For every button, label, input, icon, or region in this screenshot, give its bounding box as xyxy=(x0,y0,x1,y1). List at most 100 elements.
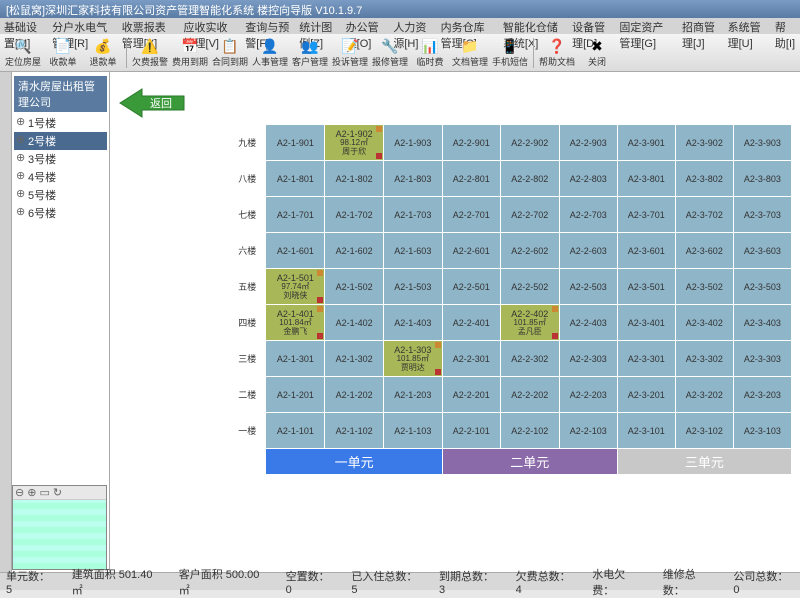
menu-item[interactable]: 系统管理[U] xyxy=(728,19,767,33)
toolbar-手机短信[interactable]: 📱手机短信 xyxy=(491,36,529,70)
room-cell[interactable]: A2-2-701 xyxy=(442,197,500,233)
room-cell[interactable]: A2-1-901 xyxy=(266,125,325,161)
tree-item-building[interactable]: 4号楼 xyxy=(14,168,107,186)
room-cell[interactable]: A2-1-102 xyxy=(325,413,384,449)
toolbar-费用到期[interactable]: 📅费用到期 xyxy=(171,36,209,70)
room-cell[interactable]: A2-2-903 xyxy=(559,125,617,161)
refresh-icon[interactable]: ↻ xyxy=(53,486,62,499)
toolbar-合同到期[interactable]: 📋合同到期 xyxy=(211,36,249,70)
room-cell[interactable]: A2-3-603 xyxy=(733,233,791,269)
menu-item[interactable]: 固定资产管理[G] xyxy=(619,19,674,33)
room-cell[interactable]: A2-2-503 xyxy=(559,269,617,305)
toolbar-退款单[interactable]: 💰退款单 xyxy=(84,36,122,70)
room-cell[interactable]: A2-2-901 xyxy=(442,125,500,161)
room-cell[interactable]: A2-1-903 xyxy=(383,125,442,161)
room-cell[interactable]: A2-1-303101.85㎡贾明达 xyxy=(383,341,442,377)
toolbar-投诉管理[interactable]: 📝投诉管理 xyxy=(331,36,369,70)
room-cell[interactable]: A2-2-101 xyxy=(442,413,500,449)
room-cell[interactable]: A2-3-902 xyxy=(675,125,733,161)
minimap-toolbar[interactable]: ⊖⊕▭ ↻ xyxy=(13,486,106,500)
room-cell[interactable]: A2-3-901 xyxy=(617,125,675,161)
tree-root[interactable]: 清水房屋出租管理公司 xyxy=(14,76,107,112)
room-cell[interactable]: A2-3-801 xyxy=(617,161,675,197)
zoom-out-icon[interactable]: ⊖ xyxy=(15,486,24,499)
room-cell[interactable]: A2-1-402 xyxy=(325,305,384,341)
room-cell[interactable]: A2-2-403 xyxy=(559,305,617,341)
room-cell[interactable]: A2-3-903 xyxy=(733,125,791,161)
room-cell[interactable]: A2-3-401 xyxy=(617,305,675,341)
menu-item[interactable]: 应收实收管理[V] xyxy=(184,19,238,33)
room-cell[interactable]: A2-1-50197.74㎡刘晓侠 xyxy=(266,269,325,305)
room-cell[interactable]: A2-3-301 xyxy=(617,341,675,377)
room-cell[interactable]: A2-3-501 xyxy=(617,269,675,305)
room-cell[interactable]: A2-1-202 xyxy=(325,377,384,413)
room-cell[interactable]: A2-2-203 xyxy=(559,377,617,413)
room-cell[interactable]: A2-3-101 xyxy=(617,413,675,449)
room-cell[interactable]: A2-1-302 xyxy=(325,341,384,377)
room-cell[interactable]: A2-2-501 xyxy=(442,269,500,305)
room-cell[interactable]: A2-1-502 xyxy=(325,269,384,305)
toolbar-定位房屋[interactable]: 🔍定位房屋 xyxy=(4,36,42,70)
room-cell[interactable]: A2-3-402 xyxy=(675,305,733,341)
toolbar-临时费[interactable]: 📊临时费 xyxy=(411,36,449,70)
room-cell[interactable]: A2-3-302 xyxy=(675,341,733,377)
room-cell[interactable]: A2-1-601 xyxy=(266,233,325,269)
room-cell[interactable]: A2-3-203 xyxy=(733,377,791,413)
room-cell[interactable]: A2-1-503 xyxy=(383,269,442,305)
room-cell[interactable]: A2-2-902 xyxy=(500,125,559,161)
room-cell[interactable]: A2-2-202 xyxy=(500,377,559,413)
room-cell[interactable]: A2-2-603 xyxy=(559,233,617,269)
menu-item[interactable]: 收票报表管理[Y] xyxy=(122,19,176,33)
menu-item[interactable]: 统计图例[Z] xyxy=(299,19,337,33)
room-cell[interactable]: A2-2-702 xyxy=(500,197,559,233)
room-cell[interactable]: A2-3-702 xyxy=(675,197,733,233)
menu-item[interactable]: 办公管理[O] xyxy=(346,19,386,33)
room-cell[interactable]: A2-1-701 xyxy=(266,197,325,233)
room-cell[interactable]: A2-1-201 xyxy=(266,377,325,413)
toolbar-欠费报警[interactable]: ⚠️欠费报警 xyxy=(131,36,169,70)
menu-item[interactable]: 基础设置[M] xyxy=(4,19,44,33)
menu-item[interactable]: 招商管理[J] xyxy=(682,19,720,33)
room-cell[interactable]: A2-2-703 xyxy=(559,197,617,233)
room-cell[interactable]: A2-3-701 xyxy=(617,197,675,233)
room-cell[interactable]: A2-1-203 xyxy=(383,377,442,413)
menu-item[interactable]: 查询与预警[F] xyxy=(245,19,291,33)
room-cell[interactable]: A2-2-602 xyxy=(500,233,559,269)
toolbar-关闭[interactable]: ✖关闭 xyxy=(578,36,616,70)
room-cell[interactable]: A2-1-803 xyxy=(383,161,442,197)
room-cell[interactable]: A2-2-803 xyxy=(559,161,617,197)
room-cell[interactable]: A2-2-301 xyxy=(442,341,500,377)
room-cell[interactable]: A2-1-703 xyxy=(383,197,442,233)
toolbar-收款单[interactable]: 📄收款单 xyxy=(44,36,82,70)
room-cell[interactable]: A2-2-102 xyxy=(500,413,559,449)
room-cell[interactable]: A2-2-103 xyxy=(559,413,617,449)
room-cell[interactable]: A2-1-403 xyxy=(383,305,442,341)
room-cell[interactable]: A2-1-401101.84㎡金鹏飞 xyxy=(266,305,325,341)
room-cell[interactable]: A2-3-201 xyxy=(617,377,675,413)
room-cell[interactable]: A2-2-502 xyxy=(500,269,559,305)
zoom-in-icon[interactable]: ⊕ xyxy=(27,486,36,499)
room-cell[interactable]: A2-1-301 xyxy=(266,341,325,377)
unit-header[interactable]: 一单元 xyxy=(266,449,442,475)
room-cell[interactable]: A2-1-90298.12㎡周于欣 xyxy=(325,125,384,161)
room-cell[interactable]: A2-3-503 xyxy=(733,269,791,305)
toolbar-文档管理[interactable]: 📁文档管理 xyxy=(451,36,489,70)
toolbar-帮助文档[interactable]: ❓帮助文档 xyxy=(538,36,576,70)
room-cell[interactable]: A2-1-603 xyxy=(383,233,442,269)
room-cell[interactable]: A2-2-401 xyxy=(442,305,500,341)
room-cell[interactable]: A2-1-101 xyxy=(266,413,325,449)
tree-item-building[interactable]: 3号楼 xyxy=(14,150,107,168)
room-cell[interactable]: A2-3-303 xyxy=(733,341,791,377)
back-button[interactable]: 返回 xyxy=(118,86,188,123)
tree-item-building[interactable]: 5号楼 xyxy=(14,186,107,204)
room-cell[interactable]: A2-1-702 xyxy=(325,197,384,233)
room-cell[interactable]: A2-3-601 xyxy=(617,233,675,269)
minimap-canvas[interactable] xyxy=(13,500,106,569)
menu-item[interactable]: 设备管理[D] xyxy=(572,19,611,33)
menu-item[interactable]: 内务仓库管理[C] xyxy=(441,19,495,33)
room-cell[interactable]: A2-3-403 xyxy=(733,305,791,341)
fit-icon[interactable]: ▭ xyxy=(39,486,49,499)
room-cell[interactable]: A2-3-803 xyxy=(733,161,791,197)
tree-item-building[interactable]: 1号楼 xyxy=(14,114,107,132)
toolbar-客户管理[interactable]: 👥客户管理 xyxy=(291,36,329,70)
